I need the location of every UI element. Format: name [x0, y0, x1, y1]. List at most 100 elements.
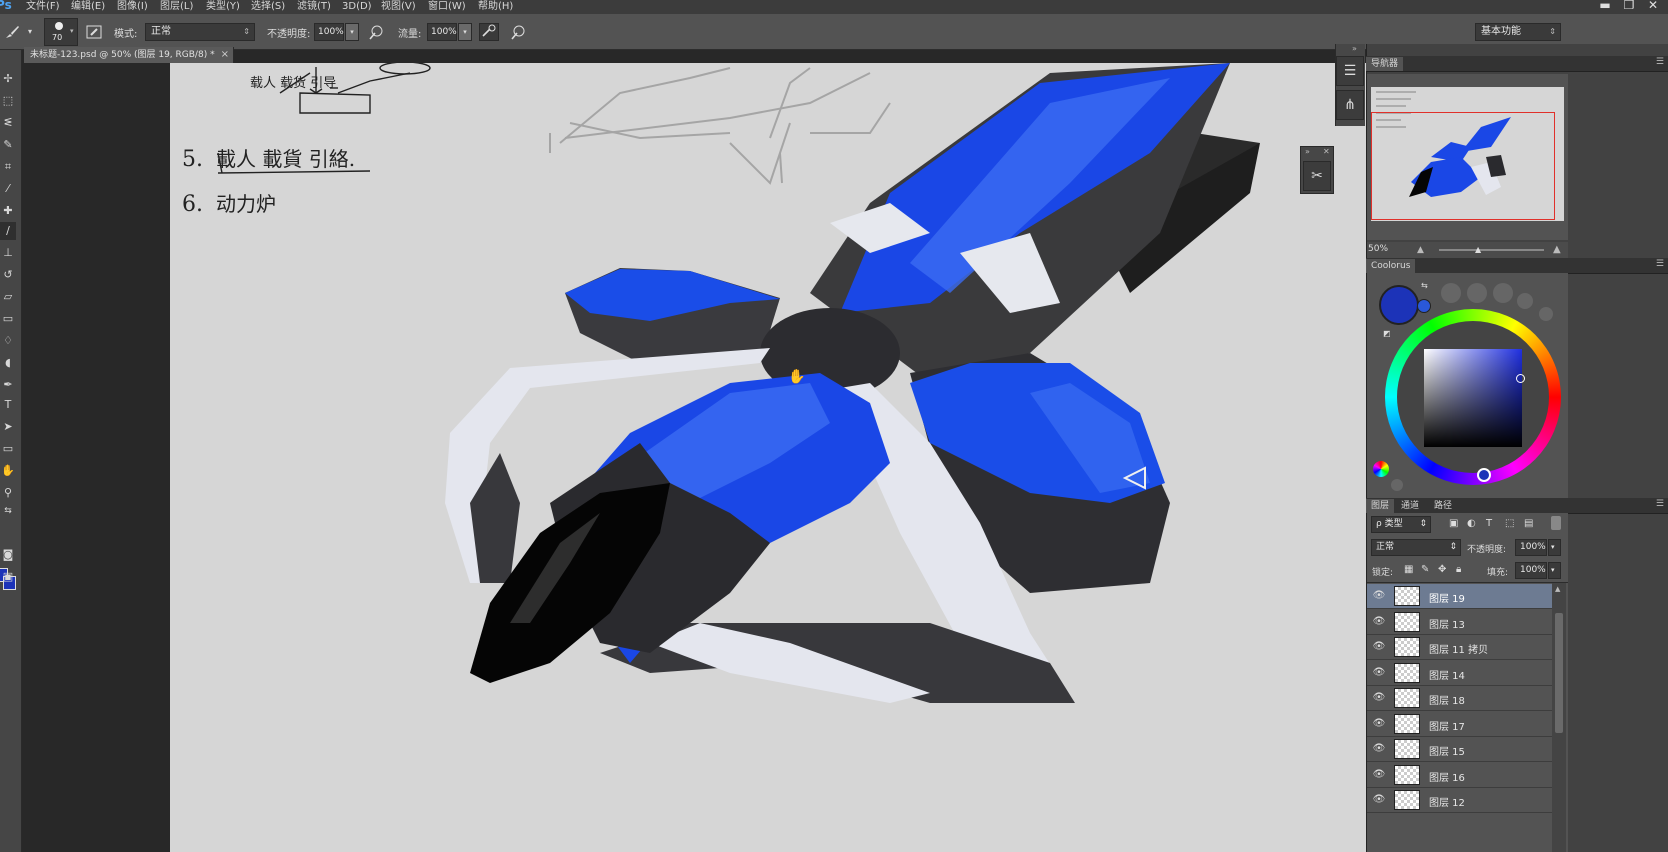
flow-input[interactable]: 100%	[427, 23, 457, 41]
fill-dropdown[interactable]: ▾	[1548, 562, 1561, 579]
coolorus-tab[interactable]: Coolorus	[1366, 259, 1416, 273]
quick-mask-icon[interactable]: ◙	[0, 546, 16, 564]
navigator-zoom-value[interactable]: 50%	[1368, 244, 1388, 254]
close-icon[interactable]: ✕	[1323, 147, 1330, 156]
reset-colors-icon[interactable]: ◩	[1383, 329, 1391, 338]
dodge-tool-icon[interactable]: ◖	[0, 354, 16, 372]
panel-menu-icon[interactable]: ☰	[1656, 499, 1664, 509]
menu-select[interactable]: 选择(S)	[251, 0, 285, 14]
layer-name[interactable]: 图层 16	[1429, 769, 1465, 784]
hue-picker-handle[interactable]	[1477, 468, 1491, 482]
layer-thumbnail[interactable]	[1394, 611, 1420, 632]
swap-colors-icon[interactable]: ⇆	[1421, 281, 1428, 290]
visibility-eye-icon[interactable]: 👁︎	[1372, 640, 1386, 654]
layer-name[interactable]: 图层 13	[1429, 616, 1465, 631]
layer-thumbnail[interactable]	[1394, 662, 1420, 683]
layer-name[interactable]: 图层 12	[1429, 794, 1465, 809]
filter-shape-icon[interactable]: ⬚	[1505, 518, 1514, 529]
palette-icon[interactable]	[1373, 461, 1389, 477]
adjustments-panel-icon[interactable]: ☰	[1336, 56, 1364, 86]
layer-row[interactable]: 👁︎ 图层 17	[1367, 711, 1552, 737]
navigator-view-rectangle[interactable]	[1371, 112, 1555, 220]
crop-tool-icon[interactable]: ⌗	[0, 158, 16, 176]
layers-scrollbar[interactable]: ▲	[1552, 583, 1566, 852]
menu-edit[interactable]: 编辑(E)	[71, 0, 105, 14]
eyedropper-tool-icon[interactable]: ⁄	[0, 180, 16, 198]
filter-adjustment-icon[interactable]: ◐	[1467, 518, 1476, 529]
secondary-color-circle[interactable]	[1417, 299, 1431, 313]
mode-button-2[interactable]	[1467, 283, 1487, 303]
layer-name[interactable]: 图层 17	[1429, 718, 1465, 733]
filter-pixel-icon[interactable]: ▣	[1449, 518, 1458, 529]
blend-mode-select[interactable]: 正常 ⇕	[145, 23, 255, 41]
scroll-up-icon[interactable]: ▲	[1555, 585, 1560, 593]
shape-tool-icon[interactable]: ▭	[0, 440, 16, 458]
layer-row[interactable]: 👁︎ 图层 18	[1367, 686, 1552, 711]
layers-tab[interactable]: 图层	[1366, 499, 1395, 513]
layer-name[interactable]: 图层 11 拷贝	[1429, 641, 1488, 656]
panel-menu-icon[interactable]: ☰	[1656, 259, 1664, 269]
layer-name[interactable]: 图层 14	[1429, 667, 1465, 682]
menu-3d[interactable]: 3D(D)	[342, 0, 372, 14]
visibility-eye-icon[interactable]: 👁︎	[1372, 717, 1386, 731]
menu-file[interactable]: 文件(F)	[26, 0, 60, 14]
hand-tool-icon[interactable]: ✋	[0, 462, 16, 480]
pressure-opacity-icon[interactable]	[368, 24, 384, 40]
filter-type-icon[interactable]: T	[1486, 518, 1492, 529]
layer-row[interactable]: 👁︎ 图层 14	[1367, 660, 1552, 686]
filter-smart-icon[interactable]: ▤	[1524, 518, 1533, 529]
restore-button[interactable]: ❐	[1620, 0, 1638, 14]
expand-icon[interactable]: »	[1305, 147, 1310, 156]
layer-filter-select[interactable]: ρ 类型 ⇕	[1371, 516, 1431, 533]
scrollbar-thumb[interactable]	[1555, 613, 1563, 733]
layer-opacity-input[interactable]: 100%	[1515, 539, 1547, 556]
close-window-button[interactable]: ✕	[1644, 0, 1662, 14]
path-select-tool-icon[interactable]: ➤	[0, 418, 16, 436]
hue-ring[interactable]	[1385, 309, 1561, 485]
filter-toggle[interactable]	[1551, 516, 1561, 530]
move-tool-icon[interactable]: ✢	[0, 70, 16, 88]
sv-picker-handle[interactable]	[1516, 374, 1525, 383]
layer-opacity-dropdown[interactable]: ▾	[1548, 539, 1561, 556]
mode-button-1[interactable]	[1441, 283, 1461, 303]
options-icon[interactable]	[1391, 479, 1403, 491]
pen-tool-icon[interactable]: ✒	[0, 376, 16, 394]
brush-tool-icon[interactable]	[4, 24, 20, 40]
visibility-eye-icon[interactable]: 👁︎	[1372, 768, 1386, 782]
menu-window[interactable]: 窗口(W)	[428, 0, 466, 14]
lasso-tool-icon[interactable]: ᓬ	[0, 114, 16, 132]
visibility-eye-icon[interactable]: 👁︎	[1372, 589, 1386, 603]
lock-all-icon[interactable]: 🔒︎	[1456, 564, 1461, 575]
layer-row[interactable]: 👁︎ 图层 19	[1367, 584, 1552, 609]
visibility-eye-icon[interactable]: 👁︎	[1372, 793, 1386, 807]
workspace-select[interactable]: 基本功能 ⇕	[1475, 23, 1561, 41]
panel-menu-icon[interactable]: ☰	[1656, 57, 1664, 67]
layer-thumbnail[interactable]	[1394, 790, 1420, 810]
visibility-eye-icon[interactable]: 👁︎	[1372, 666, 1386, 680]
document-tab[interactable]: 未标题-123.psd @ 50% (图层 19, RGB/8) * ×	[24, 47, 234, 63]
lock-pixels-icon[interactable]: ✎	[1421, 564, 1429, 575]
fill-input[interactable]: 100%	[1515, 562, 1547, 579]
layer-name[interactable]: 图层 19	[1429, 590, 1465, 605]
close-tab-icon[interactable]: ×	[221, 47, 229, 63]
visibility-eye-icon[interactable]: 👁︎	[1372, 615, 1386, 629]
lock-position-icon[interactable]: ✥	[1438, 564, 1446, 575]
type-tool-icon[interactable]: T	[0, 396, 16, 414]
layer-thumbnail[interactable]	[1394, 713, 1420, 734]
flow-dropdown[interactable]: ▾	[458, 23, 472, 41]
menu-view[interactable]: 视图(V)	[381, 0, 416, 14]
layer-thumbnail[interactable]	[1394, 586, 1420, 606]
stamp-tool-icon[interactable]: ⊥	[0, 244, 16, 262]
healing-brush-tool-icon[interactable]: ✚	[0, 202, 16, 220]
screen-mode-icon[interactable]: ▣	[0, 568, 16, 586]
menu-help[interactable]: 帮助(H)	[478, 0, 513, 14]
zoom-out-icon[interactable]: ▲	[1417, 245, 1424, 255]
layer-thumbnail[interactable]	[1394, 688, 1420, 708]
blur-tool-icon[interactable]: ♢	[0, 332, 16, 350]
zoom-tool-icon[interactable]: ⚲	[0, 484, 16, 502]
layer-row[interactable]: 👁︎ 图层 12	[1367, 788, 1552, 813]
visibility-eye-icon[interactable]: 👁︎	[1372, 691, 1386, 705]
eraser-tool-icon[interactable]: ▱	[0, 288, 16, 306]
marquee-tool-icon[interactable]: ⬚	[0, 92, 16, 110]
layer-row[interactable]: 👁︎ 图层 15	[1367, 737, 1552, 762]
